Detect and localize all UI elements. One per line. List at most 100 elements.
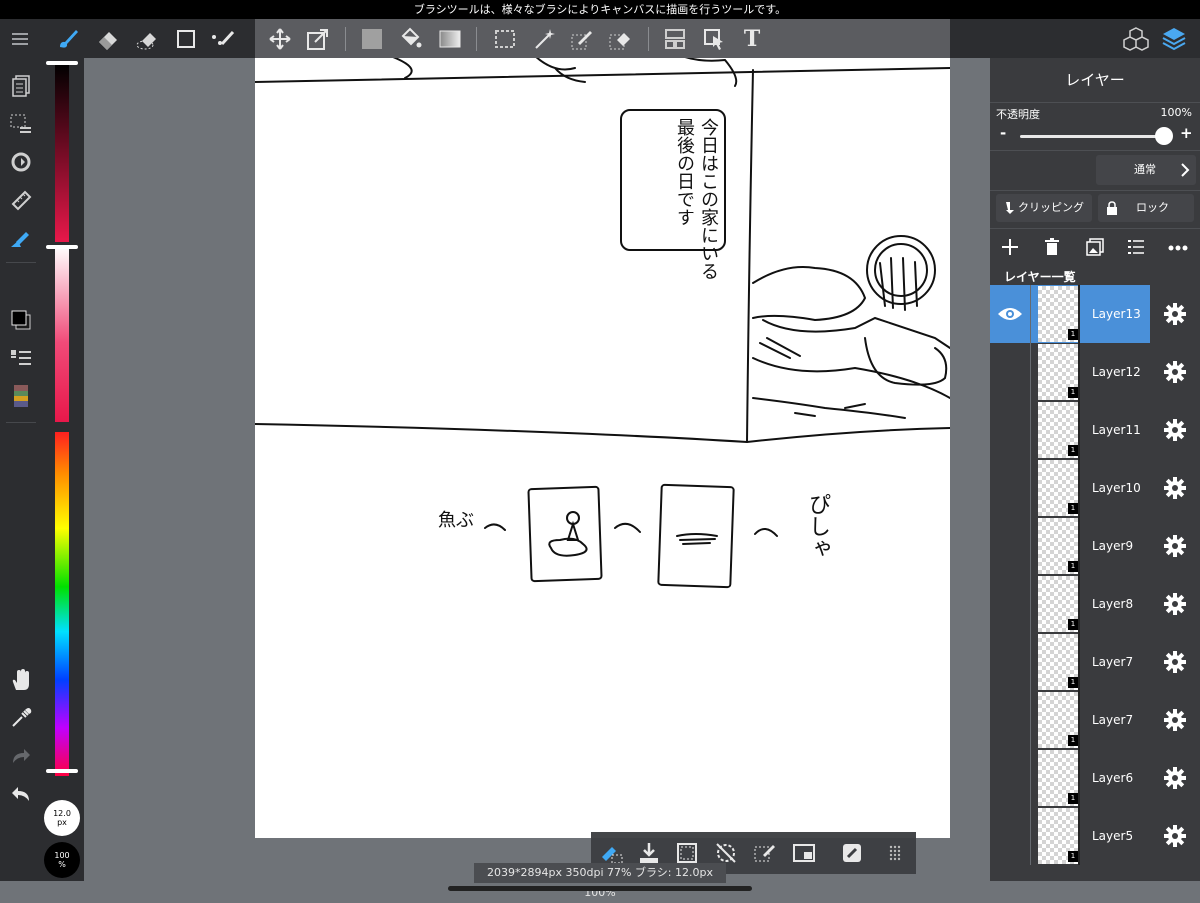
panel-border-divider: [746, 69, 754, 443]
saturation-handle[interactable]: [46, 245, 78, 249]
brightness-slider[interactable]: [55, 64, 69, 242]
brush-opacity-value: 100: [54, 851, 70, 860]
bucket-icon[interactable]: [392, 19, 428, 58]
redo-icon[interactable]: [0, 738, 42, 774]
palette-list-icon[interactable]: [0, 340, 42, 376]
hue-slider[interactable]: [55, 432, 69, 776]
layer-row[interactable]: 1 Layer7: [990, 633, 1200, 691]
blur-eraser-icon[interactable]: [130, 19, 166, 58]
panel-border-top: [255, 67, 950, 83]
gear-icon[interactable]: [1160, 343, 1190, 401]
gear-icon[interactable]: [1160, 401, 1190, 459]
layer-badge: 1: [1068, 619, 1078, 630]
grip-icon[interactable]: [877, 832, 913, 874]
text-icon[interactable]: T: [734, 19, 770, 58]
layer-badge: 1: [1068, 735, 1078, 746]
eraser-icon[interactable]: [90, 19, 126, 58]
layer-list-icon[interactable]: [1127, 239, 1145, 255]
brush-opacity-button[interactable]: 100 %: [44, 842, 80, 878]
brightness-handle[interactable]: [46, 61, 78, 65]
gear-icon[interactable]: [1160, 749, 1190, 807]
opacity-minus-button[interactable]: -: [1000, 124, 1006, 142]
gear-icon[interactable]: [1160, 517, 1190, 575]
layer-row[interactable]: 1 Layer7: [990, 691, 1200, 749]
visibility-eye-icon[interactable]: [990, 691, 1030, 749]
page-icon[interactable]: [0, 68, 42, 104]
layer-row[interactable]: 1 Layer8: [990, 575, 1200, 633]
layer-thumbnail: 1: [1038, 286, 1078, 342]
opacity-plus-button[interactable]: +: [1180, 124, 1193, 142]
layer-row[interactable]: 1 Layer5: [990, 807, 1200, 865]
delete-layer-icon[interactable]: [1044, 238, 1060, 256]
visibility-eye-icon[interactable]: [990, 459, 1030, 517]
lock-button[interactable]: ロック: [1098, 194, 1194, 222]
window-icon[interactable]: [786, 832, 822, 874]
select-eraser-icon[interactable]: [602, 19, 638, 58]
layer-row[interactable]: 1 Layer9: [990, 517, 1200, 575]
image-layer-icon[interactable]: [1086, 238, 1104, 256]
blend-mode-select[interactable]: 通常: [1096, 155, 1196, 185]
visibility-eye-icon[interactable]: [990, 749, 1030, 807]
visibility-eye-icon[interactable]: [990, 807, 1030, 865]
visibility-eye-icon[interactable]: [990, 285, 1030, 343]
select-move-icon[interactable]: [696, 19, 732, 58]
edit-icon[interactable]: [834, 832, 870, 874]
selection-icon[interactable]: [0, 106, 42, 142]
brush-settings-icon[interactable]: [0, 220, 42, 256]
selection-edit-icon[interactable]: [747, 832, 783, 874]
layer-badge: 1: [1068, 677, 1078, 688]
transform-icon[interactable]: [300, 19, 336, 58]
gear-icon[interactable]: [1160, 285, 1190, 343]
panel-border-bottom: [255, 423, 950, 444]
layer-row[interactable]: 1 Layer11: [990, 401, 1200, 459]
visibility-eye-icon[interactable]: [990, 401, 1030, 459]
menu-icon[interactable]: [4, 19, 36, 58]
gear-icon[interactable]: [1160, 459, 1190, 517]
brush-icon[interactable]: [50, 19, 86, 58]
brush-size-button[interactable]: 12.0 px: [44, 800, 80, 836]
dot-line-icon[interactable]: [206, 19, 242, 58]
saturation-slider[interactable]: [55, 246, 69, 422]
magic-wand-icon[interactable]: [526, 19, 562, 58]
color-swatch-icon[interactable]: [0, 302, 42, 338]
gear-icon[interactable]: [1160, 691, 1190, 749]
undo-icon[interactable]: [0, 776, 42, 812]
opacity-slider-knob[interactable]: [1155, 127, 1173, 145]
layer-row[interactable]: 1 Layer10: [990, 459, 1200, 517]
layer-name: Layer11: [1092, 423, 1141, 437]
visibility-eye-icon[interactable]: [990, 633, 1030, 691]
ruler-icon[interactable]: [0, 182, 42, 218]
gear-icon[interactable]: [1160, 633, 1190, 691]
hue-handle[interactable]: [46, 769, 78, 773]
rect-icon[interactable]: [168, 19, 204, 58]
layer-badge: 1: [1068, 561, 1078, 572]
layer-row[interactable]: 1 Layer12: [990, 343, 1200, 401]
select-rect-icon[interactable]: [487, 19, 523, 58]
color-history-icon[interactable]: [0, 378, 42, 414]
clipping-button[interactable]: クリッピング: [996, 194, 1092, 222]
layout-icon[interactable]: [657, 19, 693, 58]
fill-color-icon[interactable]: [354, 19, 390, 58]
opacity-slider[interactable]: [1020, 135, 1160, 138]
rotate-canvas-icon[interactable]: [0, 144, 42, 180]
layer-row[interactable]: 1 Layer13: [990, 285, 1200, 343]
more-icon[interactable]: [1168, 245, 1188, 251]
gear-icon[interactable]: [1160, 807, 1190, 865]
materials-icon[interactable]: [1118, 19, 1154, 58]
select-pen-icon[interactable]: [564, 19, 600, 58]
layers-icon[interactable]: [1156, 19, 1192, 58]
layer-thumbnail: 1: [1038, 576, 1078, 632]
gear-icon[interactable]: [1160, 575, 1190, 633]
visibility-eye-icon[interactable]: [990, 343, 1030, 401]
drawing-canvas[interactable]: 今日はこの家にいる最後の日です 魚ぶ ぴしゃ: [255, 58, 950, 838]
layer-badge: 1: [1068, 445, 1078, 456]
add-layer-icon[interactable]: [1001, 238, 1019, 256]
visibility-eye-icon[interactable]: [990, 517, 1030, 575]
lock-label: ロック: [1136, 201, 1169, 214]
layer-row[interactable]: 1 Layer6: [990, 749, 1200, 807]
move-icon[interactable]: [262, 19, 298, 58]
visibility-eye-icon[interactable]: [990, 575, 1030, 633]
eyedropper-icon[interactable]: [0, 700, 42, 736]
gradient-icon[interactable]: [432, 19, 468, 58]
hand-icon[interactable]: [0, 662, 42, 698]
